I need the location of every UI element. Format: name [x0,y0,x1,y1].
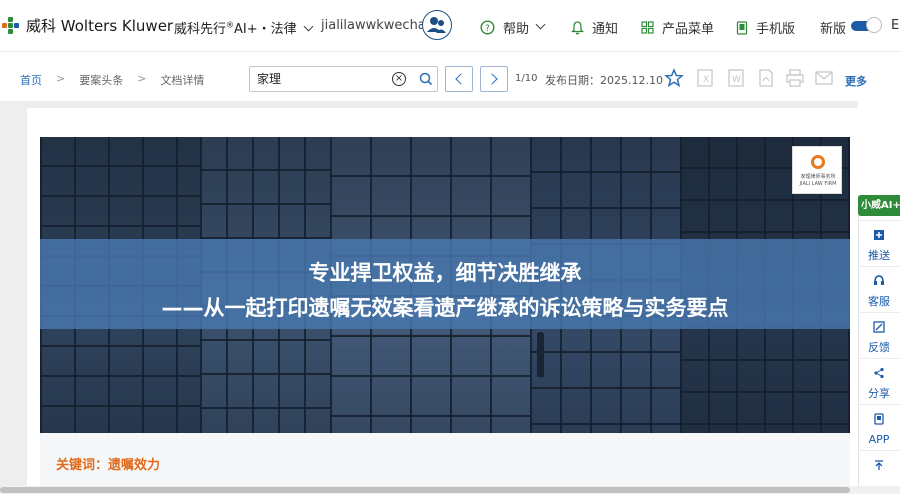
brand-name: 威科 Wolters Kluwer [26,17,174,35]
article-banner-image: 专业捍卫权益，细节决胜继承 ——从一起打印遗嘱无效案看遗产继承的诉讼策略与实务要… [40,137,850,433]
print-icon[interactable] [785,68,805,88]
horizontal-scrollbar[interactable] [0,486,900,494]
sidebar-item-label: 推送 [868,249,890,262]
mobile-version-link[interactable]: 手机版 [736,18,795,37]
wolters-kluwer-logo-icon [2,16,20,35]
product-menu-link[interactable]: 产品菜单 [641,18,714,37]
email-icon[interactable] [814,68,834,88]
search-icon[interactable] [418,71,434,87]
headset-icon [874,275,884,285]
sidebar-item-support[interactable]: 客服 [858,266,900,312]
sidebar-item-label: 客服 [868,295,890,308]
previous-match-button[interactable] [445,66,473,92]
export-pdf-icon[interactable] [756,68,776,88]
bell-icon [571,20,584,34]
grid-icon [641,21,654,34]
person-silhouette [537,332,544,377]
product-switcher[interactable]: 威科先行®AI+・法律 [174,18,314,37]
svg-text:W: W [732,75,741,85]
search-input[interactable] [257,71,387,85]
help-label: 帮助 [503,22,530,37]
mobile-version-label: 手机版 [756,22,796,37]
username[interactable]: jialilawwkwechat [321,18,431,33]
sidebar-item-push[interactable]: 推送 [858,220,900,266]
registered-mark: ® [226,20,235,30]
notifications-link[interactable]: 通知 [571,18,618,37]
breadcrumb: 首页 > 要案头条 > 文档详情 [20,72,204,88]
breadcrumb-current: 文档详情 [160,74,205,87]
chevron-right-icon [486,73,498,85]
toggle-knob [866,17,882,33]
sidebar-item-label: 反馈 [868,341,890,354]
user-avatar-icon[interactable] [422,10,452,40]
new-version-label: 新版 [820,22,847,37]
help-menu[interactable]: ? 帮助 [480,18,546,37]
product-suffix: AI+・法律 [234,22,297,37]
breadcrumb-separator-icon: > [56,72,66,85]
in-document-search: × [249,66,438,92]
more-options-link[interactable]: 更多 [845,73,867,89]
law-firm-name: 家理律师事务所 [800,174,836,180]
product-name: 威科先行 [174,22,227,37]
sidebar-item-feedback[interactable]: 反馈 [858,312,900,358]
scrollbar-thumb[interactable] [0,487,850,493]
sidebar-item-app[interactable]: APP [858,404,900,450]
product-menu-label: 产品菜单 [662,22,715,37]
banner-title-line-2: ——从一起打印遗嘱无效案看遗产继承的诉讼策略与实务要点 [161,296,729,320]
law-firm-badge-text: 家理律师事务所 JIALI LAW FIRM [797,174,839,188]
language-switch[interactable]: EN [891,18,900,33]
feedback-icon [873,321,885,333]
sidebar-item-label: APP [868,433,890,446]
keywords-section: 关键词：遗嘱效力 [40,433,850,486]
export-excel-icon[interactable]: X [695,68,715,88]
breadcrumb-headlines[interactable]: 要案头条 [79,72,123,88]
phone-icon [736,20,748,35]
top-navigation-bar: 威科 Wolters Kluwer 威科先行®AI+・法律 jialilawwk… [0,0,900,52]
breadcrumb-home[interactable]: 首页 [20,72,42,88]
export-word-icon[interactable]: W [726,68,746,88]
next-match-button[interactable] [480,66,508,92]
banner-title-line-1: 专业捍卫权益，细节决胜继承 [308,261,582,285]
share-icon [874,367,884,379]
svg-text:X: X [703,75,709,85]
notifications-label: 通知 [592,22,619,37]
svg-text:?: ? [485,24,490,34]
law-firm-badge: 家理律师事务所 JIALI LAW FIRM [792,146,842,194]
sidebar-item-share[interactable]: 分享 [858,358,900,404]
clear-search-icon[interactable]: × [392,72,406,86]
help-icon: ? [480,20,495,35]
chevron-down-icon [303,21,314,32]
ai-assistant-button[interactable]: 小威AI+ [858,195,900,216]
keywords-text: 关键词：遗嘱效力 [56,458,161,473]
new-version-toggle[interactable] [851,17,882,33]
brand-logo[interactable]: 威科 Wolters Kluwer [2,15,173,36]
back-to-top-button[interactable] [858,450,900,486]
document-toolbar: 首页 > 要案头条 > 文档详情 × 1/10 发布日期：2025.12.10 … [0,53,900,101]
app-icon [874,413,884,425]
sidebar-item-label: 分享 [868,387,890,400]
back-to-top-icon [875,460,883,470]
law-firm-logo-icon [811,155,825,169]
push-icon [874,230,884,240]
breadcrumb-separator-icon: > [137,72,147,85]
chevron-left-icon [455,73,467,85]
match-counter: 1/10 [515,73,538,84]
publish-date: 发布日期：2025.12.10 [545,74,663,87]
law-firm-english-name: JIALI LAW FIRM [799,181,837,187]
chevron-down-icon [535,19,546,30]
star-favorite-icon[interactable] [664,68,684,88]
